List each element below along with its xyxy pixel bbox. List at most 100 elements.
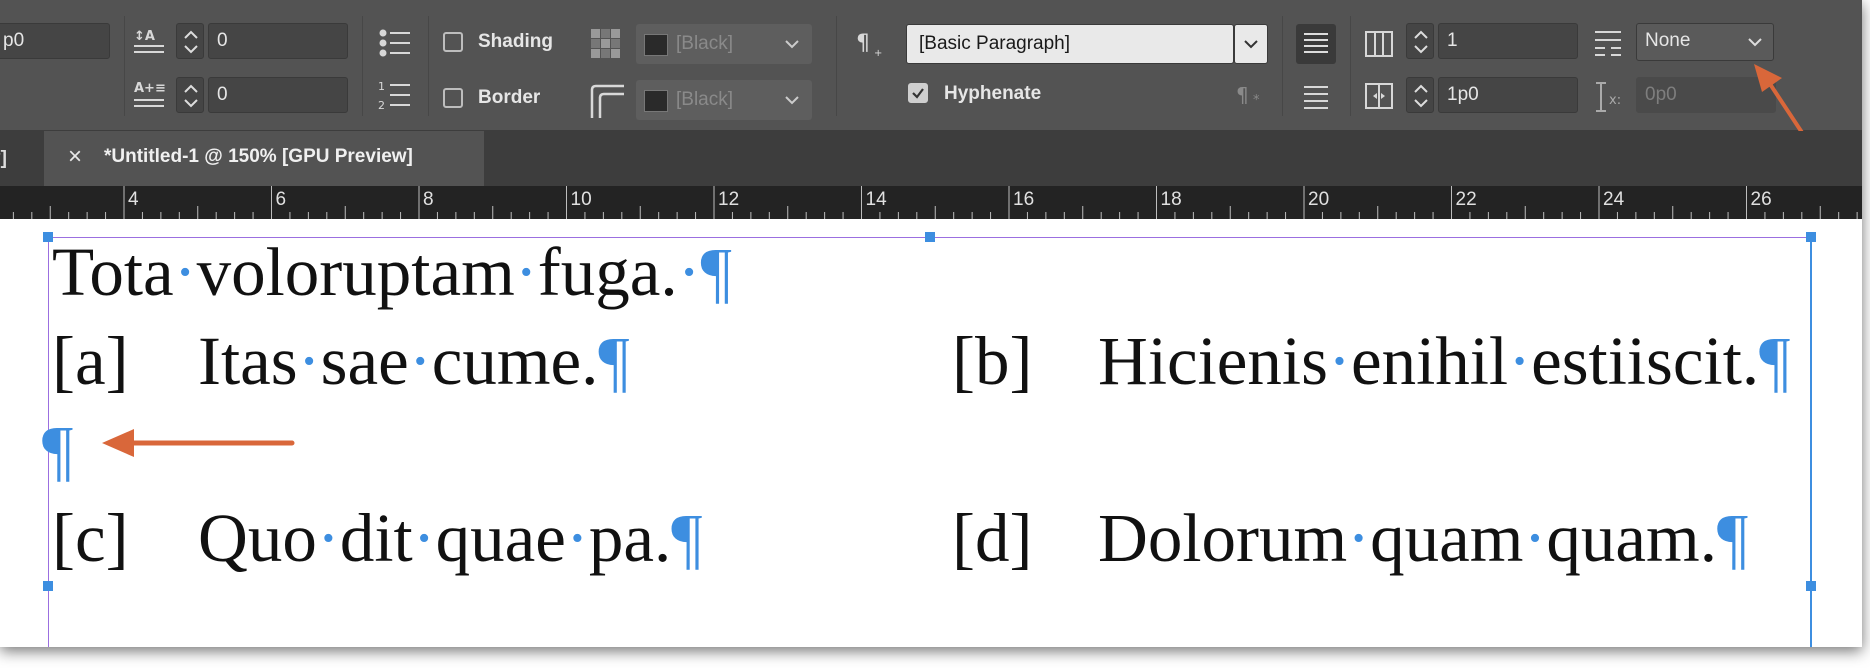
pilcrow-mark: ¶ <box>700 234 732 310</box>
space-after-stepper[interactable] <box>176 77 204 113</box>
ruler-label: 16 <box>1013 189 1035 210</box>
column-gutter-field[interactable]: 1p0 <box>1438 77 1578 113</box>
empty-paragraph[interactable]: ¶ <box>42 411 73 490</box>
numbered-list-icon[interactable]: 12 <box>378 80 412 115</box>
horizontal-ruler[interactable]: 4 6 8 10 12 14 16 18 20 22 24 26 <box>0 186 1862 219</box>
item-a-text[interactable]: Itas·sae·cume.¶ <box>198 322 630 401</box>
panel-divider <box>362 16 363 116</box>
prev-document-tab-label: y] <box>0 148 7 169</box>
column-gutter-stepper[interactable] <box>1406 77 1434 113</box>
document-tab-bar: y] × *Untitled-1 @ 150% [GPU Preview] <box>0 131 1862 186</box>
columns-value: 1 <box>1447 30 1458 51</box>
panel-divider <box>1282 16 1283 116</box>
space-before-stepper[interactable] <box>176 23 204 59</box>
pilcrow-mark: ¶ <box>598 323 630 399</box>
word: Dolorum <box>1098 500 1348 576</box>
frame-handle[interactable] <box>1806 232 1816 242</box>
border-color-dropdown[interactable]: [Black] <box>636 80 812 120</box>
space-after-value: 0 <box>217 84 228 105</box>
leading-value: p0 <box>3 30 25 51</box>
ruler-label: 18 <box>1160 189 1182 210</box>
ruler-label: 6 <box>275 189 287 210</box>
item-b-text[interactable]: Hicienis·enihil·estiiscit.¶ <box>1098 322 1790 401</box>
space-after-field[interactable]: 0 <box>208 77 348 113</box>
ruler-label: 22 <box>1455 189 1477 210</box>
columns-field[interactable]: 1 <box>1438 23 1578 59</box>
pilcrow-mark: ¶ <box>1759 323 1791 399</box>
ruler-label: 10 <box>570 189 592 210</box>
shading-label: Shading <box>478 31 553 52</box>
prev-document-tab[interactable]: y] <box>0 131 24 186</box>
leading-field[interactable]: p0 <box>0 23 110 59</box>
word: Tota <box>52 234 174 310</box>
space-before-icon: ↕A <box>132 24 166 61</box>
active-document-tab[interactable]: × *Untitled-1 @ 150% [GPU Preview] <box>44 131 484 186</box>
word: quae <box>435 500 566 576</box>
ruler-label: 4 <box>128 189 139 210</box>
columns-stepper[interactable] <box>1406 23 1434 59</box>
frame-handle[interactable] <box>925 232 935 242</box>
space-marker: · <box>408 323 432 399</box>
pilcrow-mark: ¶ <box>1716 500 1749 576</box>
ruler-label: 26 <box>1750 189 1772 210</box>
span-columns-icon <box>1592 28 1624 65</box>
column-gutter-icon <box>1364 82 1394 115</box>
panel-divider <box>124 16 125 116</box>
word: Quo <box>198 500 317 576</box>
chevron-down-icon <box>1748 38 1762 47</box>
word: cume. <box>431 323 599 399</box>
space-marker: · <box>412 500 436 576</box>
item-c-label: [c] <box>52 500 129 576</box>
word: estiiscit. <box>1531 323 1760 399</box>
word: Itas <box>198 323 298 399</box>
align-toward-spine-icon[interactable] <box>1296 80 1336 119</box>
space-marker: · <box>565 500 589 576</box>
space-marker: · <box>297 323 321 399</box>
item-c-text[interactable]: Quo·dit·quae·pa.¶ <box>198 499 703 578</box>
item-d-label: [d] <box>952 500 1033 576</box>
space-marker: · <box>1347 500 1371 576</box>
svg-text:A+≡: A+≡ <box>134 81 166 96</box>
active-document-tab-label: *Untitled-1 @ 150% [GPU Preview] <box>104 146 413 167</box>
frame-handle[interactable] <box>1806 581 1816 591</box>
paragraph-style-value: [Basic Paragraph] <box>919 33 1071 54</box>
ruler-label: 20 <box>1308 189 1330 210</box>
ruler-label: 24 <box>1603 189 1625 210</box>
pilcrow-mark: ¶ <box>671 500 703 576</box>
paragraph-reflow-icon[interactable]: ¶ * <box>1236 82 1268 113</box>
border-checkbox[interactable] <box>443 88 463 108</box>
shading-checkbox[interactable] <box>443 32 463 52</box>
shading-color-dropdown[interactable]: [Black] <box>636 24 812 64</box>
svg-text:¶: ¶ <box>1236 83 1249 107</box>
word: enihil <box>1350 323 1509 399</box>
shading-color-chip <box>644 34 668 56</box>
chevron-down-icon <box>785 96 799 105</box>
baseline-shift-value: 0p0 <box>1645 84 1677 105</box>
word: dit <box>339 500 413 576</box>
close-icon[interactable]: × <box>68 143 82 171</box>
span-columns-value: None <box>1645 30 1691 51</box>
word: Hicienis <box>1098 323 1328 399</box>
panel-divider <box>836 16 837 116</box>
bulleted-list-icon[interactable] <box>378 28 412 63</box>
frame-handle[interactable] <box>43 581 53 591</box>
paragraph-style-dropdown[interactable]: [Basic Paragraph] <box>906 24 1234 64</box>
align-away-spine-button[interactable] <box>1296 24 1336 64</box>
item-a-label: [a] <box>52 323 129 399</box>
panel-divider <box>1350 16 1351 116</box>
word: quam. <box>1546 500 1717 576</box>
ruler-label: 8 <box>423 189 434 210</box>
word: pa. <box>588 500 672 576</box>
border-color-chip <box>644 90 668 112</box>
document-canvas[interactable]: Tota·voloruptam·fuga.·¶ [a] Itas·sae·cum… <box>0 219 1862 647</box>
ruler-label: 14 <box>865 189 887 210</box>
shading-swatch-icon <box>590 28 622 65</box>
space-before-field[interactable]: 0 <box>208 23 348 59</box>
chevron-down-icon <box>1244 40 1258 49</box>
heading-paragraph[interactable]: Tota·voloruptam·fuga.·¶ <box>52 233 732 312</box>
space-after-icon: A+≡ <box>132 78 166 115</box>
paragraph-style-dropdown-button[interactable] <box>1234 24 1268 64</box>
item-d-text[interactable]: Dolorum·quam·quam.¶ <box>1098 499 1748 578</box>
hyphenate-checkbox[interactable] <box>908 83 928 103</box>
space-marker: · <box>677 234 701 310</box>
